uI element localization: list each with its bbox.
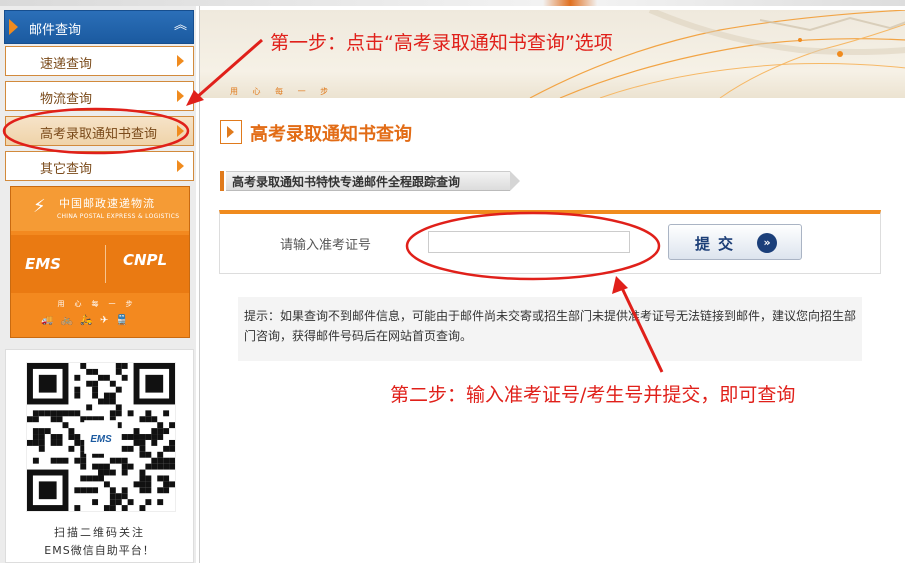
sub-tab-marker bbox=[220, 171, 224, 191]
exam-number-input[interactable] bbox=[428, 231, 630, 253]
annotation-step1: 第一步：点击“高考录取通知书查询”选项 bbox=[270, 32, 613, 54]
banner-slogan: 用心每一步 bbox=[57, 300, 143, 308]
sidebar-item-logistics-query[interactable]: 物流查询 bbox=[5, 81, 194, 111]
qr-caption-line1: 扫描二维码关注 bbox=[54, 526, 145, 539]
collapse-icon[interactable]: ︽ bbox=[174, 18, 187, 34]
china-post-emblem-icon: ⚡ bbox=[33, 196, 46, 217]
sidebar-item-label: 其它查询 bbox=[40, 162, 93, 177]
double-chevron-right-icon: » bbox=[757, 233, 777, 253]
title-marker-icon bbox=[220, 120, 242, 144]
submit-button[interactable]: 提交 » bbox=[668, 224, 802, 260]
chevron-right-icon bbox=[177, 55, 184, 67]
hero-slogan-icons: 用 心 每 一 步 bbox=[230, 87, 335, 96]
qr-panel: EMS 扫描二维码关注 EMS微信自助平台！ bbox=[5, 349, 194, 563]
ems-logo: EMS bbox=[25, 255, 61, 273]
sidebar: 邮件查询 ︽ 速递查询 物流查询 高考录取通知书查询 其它查询 ⚡ 中国邮政速递… bbox=[0, 6, 196, 563]
chevron-right-icon bbox=[177, 125, 184, 137]
sidebar-item-express-query[interactable]: 速递查询 bbox=[5, 46, 194, 76]
chevron-right-icon bbox=[177, 160, 184, 172]
sidebar-item-label: 物流查询 bbox=[40, 92, 93, 107]
submit-button-label: 提交 bbox=[695, 235, 742, 253]
tip-panel: 提示：如果查询不到邮件信息，可能由于邮件尚未交寄或招生部门未提供准考证号无法链接… bbox=[238, 297, 862, 361]
tip-text: 提示：如果查询不到邮件信息，可能由于邮件尚未交寄或招生部门未提供准考证号无法链接… bbox=[244, 309, 857, 343]
page-title: 高考录取通知书查询 bbox=[250, 124, 412, 145]
exam-number-label: 请输入准考证号 bbox=[280, 238, 372, 253]
banner-divider bbox=[105, 245, 106, 283]
vehicles-icon: 🚚 🚲 🛵 ✈ 🚆 bbox=[41, 315, 130, 326]
cnpl-logo: CNPL bbox=[123, 251, 168, 269]
banner-brands: EMS CNPL bbox=[11, 235, 189, 293]
annotation-step2: 第二步：输入准考证号/考生号并提交，即可查询 bbox=[390, 384, 796, 406]
banner-cn-title: 中国邮政速递物流 bbox=[59, 197, 155, 210]
sidebar-header[interactable]: 邮件查询 ︽ bbox=[4, 10, 194, 44]
pointer-icon bbox=[9, 19, 18, 35]
qr-caption-line2: EMS微信自助平台！ bbox=[44, 544, 155, 557]
sidebar-item-admission-letter-query[interactable]: 高考录取通知书查询 bbox=[5, 116, 194, 146]
query-form: 请输入准考证号 提交 » bbox=[219, 210, 881, 274]
chevron-right-icon bbox=[177, 90, 184, 102]
sidebar-item-label: 高考录取通知书查询 bbox=[40, 127, 158, 142]
sub-tab-arrow bbox=[510, 171, 520, 191]
ems-banner[interactable]: ⚡ 中国邮政速递物流 CHINA POSTAL EXPRESS & LOGIST… bbox=[10, 186, 190, 338]
main-content: 用 心 每 一 步 高考录取通知书查询 高考录取通知书特快专递邮件全程跟踪查询 … bbox=[199, 6, 905, 563]
sidebar-item-label: 速递查询 bbox=[40, 57, 93, 72]
sidebar-header-title: 邮件查询 bbox=[29, 23, 82, 38]
banner-en-title: CHINA POSTAL EXPRESS & LOGISTICS bbox=[57, 213, 180, 220]
sub-tab-label: 高考录取通知书特快专递邮件全程跟踪查询 bbox=[232, 175, 461, 189]
qr-code-icon: EMS bbox=[26, 362, 176, 512]
sidebar-item-other-query[interactable]: 其它查询 bbox=[5, 151, 194, 181]
banner-logo-row: ⚡ 中国邮政速递物流 CHINA POSTAL EXPRESS & LOGIST… bbox=[11, 187, 189, 231]
qr-center-logo: EMS bbox=[90, 434, 112, 445]
